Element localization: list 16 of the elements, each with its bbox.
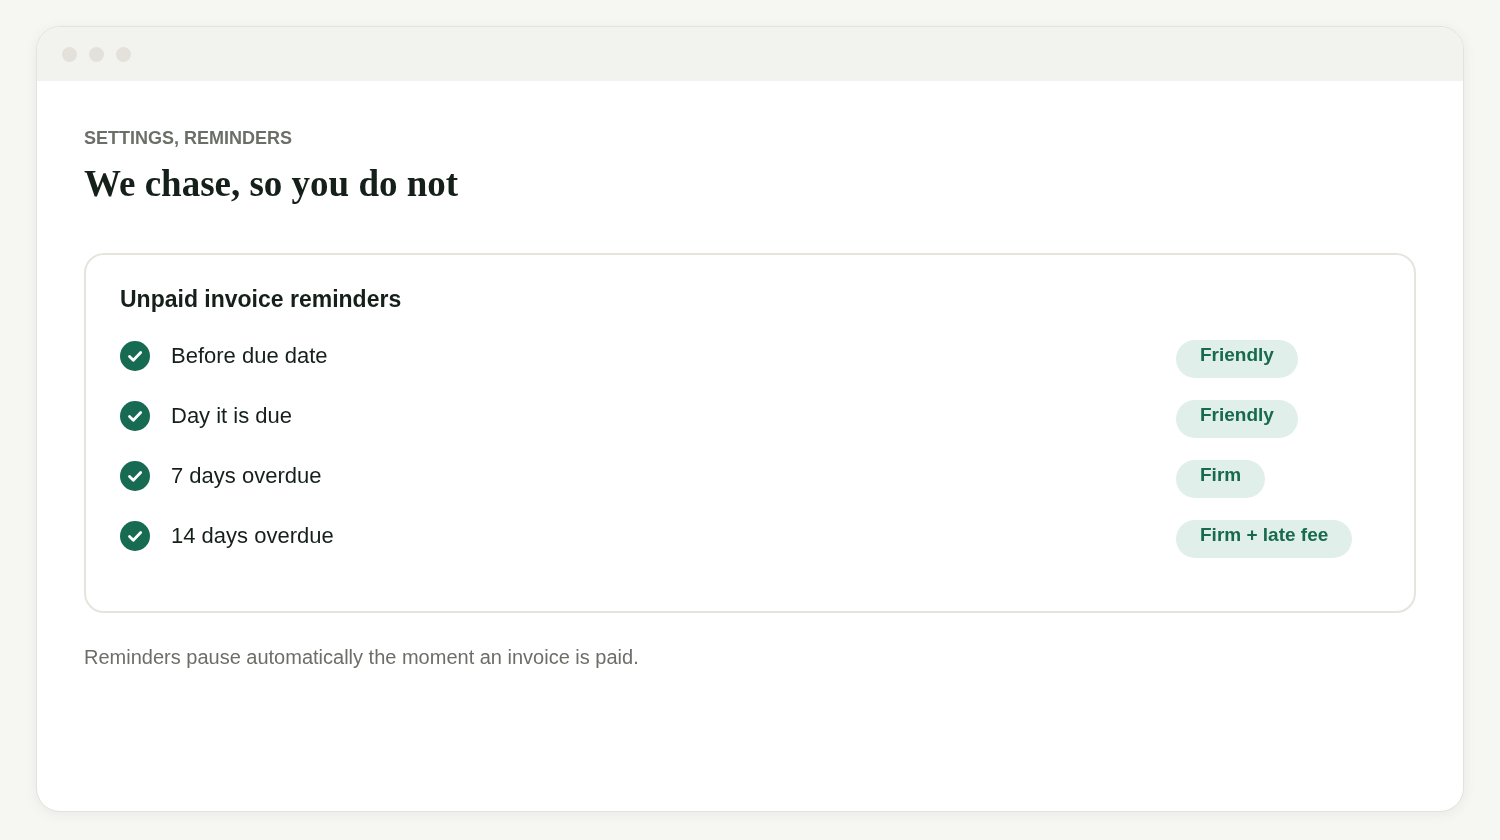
- tone-tag: Friendly: [1176, 340, 1298, 378]
- check-circle-icon[interactable]: [120, 341, 150, 371]
- eyebrow-label: SETTINGS, REMINDERS: [84, 127, 293, 150]
- reminder-label: Before due date: [171, 342, 329, 370]
- page-heading: We chase, so you do not: [84, 162, 459, 206]
- check-circle-icon[interactable]: [120, 401, 150, 431]
- reminder-label: 14 days overdue: [171, 522, 335, 550]
- tone-tag: Firm: [1176, 460, 1266, 498]
- check-circle-icon[interactable]: [120, 461, 150, 491]
- footer-note: Reminders pause automatically the moment an invoice is paid.: [84, 645, 639, 670]
- reminder-label: Day it is due: [171, 402, 294, 430]
- tone-tag: Friendly: [1176, 400, 1298, 438]
- reminder-label: 7 days overdue: [171, 462, 323, 490]
- check-circle-icon[interactable]: [120, 521, 150, 551]
- tone-tag: Firm + late fee: [1176, 520, 1353, 558]
- card-title: Unpaid invoice reminders: [120, 285, 403, 313]
